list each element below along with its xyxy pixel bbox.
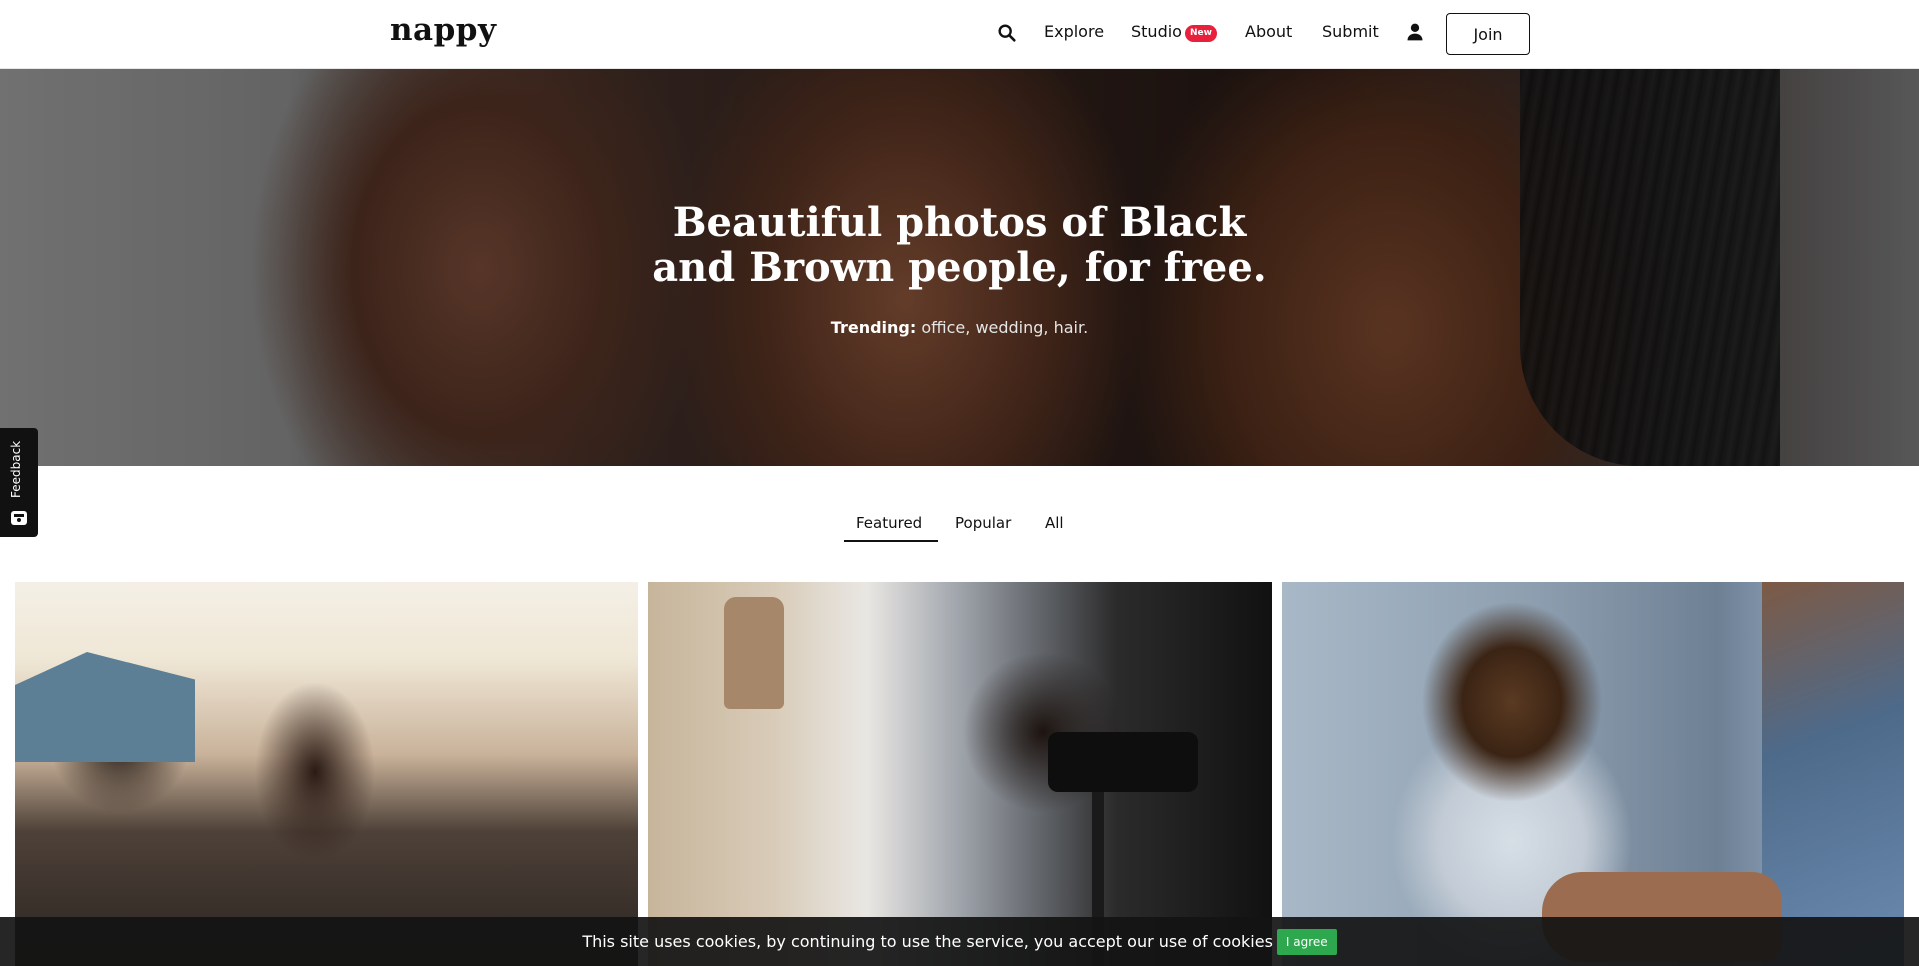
join-button[interactable]: Join	[1446, 13, 1530, 55]
tab-all[interactable]: All	[1045, 514, 1064, 532]
hero-banner: Beautiful photos of Black and Brown peop…	[0, 69, 1919, 466]
trending-link-hair[interactable]: hair	[1054, 318, 1084, 337]
top-navbar: nappy Explore Studio New About Submit Jo…	[0, 0, 1919, 69]
photo-house	[15, 652, 195, 762]
trending-separator: ,	[1043, 318, 1054, 337]
trending-link-office[interactable]: office	[921, 318, 965, 337]
new-badge: New	[1185, 25, 1217, 42]
active-tab-indicator	[844, 540, 938, 542]
trending-separator: ,	[965, 318, 976, 337]
cookie-agree-button[interactable]: I agree	[1276, 928, 1337, 955]
trending-period: .	[1083, 318, 1089, 337]
nav-studio-link[interactable]: Studio	[1131, 22, 1182, 41]
site-logo[interactable]: nappy	[390, 12, 497, 48]
nav-explore-link[interactable]: Explore	[1044, 22, 1104, 41]
hero-title-line-2: and Brown people, for free.	[652, 244, 1267, 291]
photo-vase	[724, 597, 784, 709]
photo-filter-tabs: Featured Popular All	[0, 510, 1919, 542]
photo-card-videographer[interactable]	[648, 582, 1272, 966]
trending-link-wedding[interactable]: wedding	[975, 318, 1043, 337]
search-icon[interactable]	[996, 22, 1018, 44]
tab-popular[interactable]: Popular	[955, 514, 1011, 532]
user-icon[interactable]	[1405, 22, 1425, 42]
hero-title: Beautiful photos of Black and Brown peop…	[0, 200, 1919, 290]
photo-card-child[interactable]	[1282, 582, 1904, 966]
trending-label: Trending:	[830, 318, 917, 337]
photo-card-protest[interactable]	[15, 582, 638, 966]
trending-line: Trending: office, wedding, hair.	[0, 318, 1919, 337]
feedback-label: Feedback	[9, 440, 23, 498]
cookie-consent-bar: This site uses cookies, by continuing to…	[0, 917, 1919, 966]
nav-submit-link[interactable]: Submit	[1322, 22, 1379, 41]
photo-camera	[1048, 732, 1198, 792]
tab-featured[interactable]: Featured	[856, 514, 922, 532]
photo-adult-arm	[1762, 582, 1904, 966]
nav-about-link[interactable]: About	[1245, 22, 1292, 41]
cookie-message: This site uses cookies, by continuing to…	[582, 932, 1273, 951]
hero-title-line-1: Beautiful photos of Black	[672, 199, 1247, 246]
